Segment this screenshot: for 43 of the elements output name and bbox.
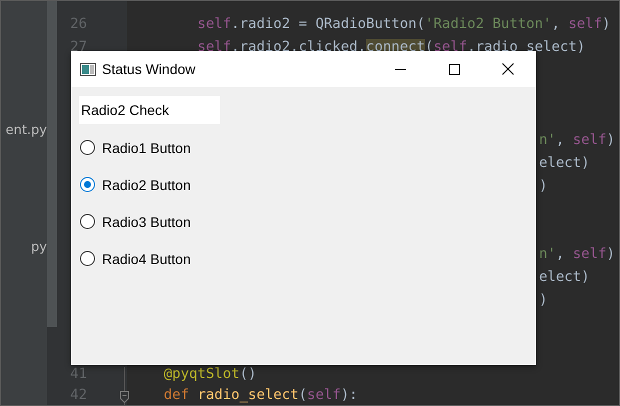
- code-token: ):: [340, 386, 358, 403]
- code-token: radio_select: [197, 386, 299, 403]
- maximize-icon: [448, 64, 460, 74]
- code-token: (): [240, 366, 256, 382]
- code-token: ,: [556, 246, 566, 262]
- code-token: self: [196, 16, 232, 32]
- radio-button[interactable]: Radio4 Button: [79, 240, 528, 277]
- code-token: (: [298, 386, 308, 403]
- code-token: @pyqtSlot: [162, 366, 240, 382]
- code-token: elect): [539, 269, 590, 286]
- window-title: Status Window: [102, 61, 196, 77]
- code-token: self: [572, 246, 606, 262]
- code-token: self: [568, 16, 602, 32]
- code-token: 'Radio2 Button': [425, 16, 552, 32]
- code-token: ): [606, 246, 615, 262]
- code-token: .radio2 = QRadioButton(: [231, 16, 426, 32]
- code-token: ): [539, 178, 548, 194]
- code-token: .radio2.clicked.: [231, 39, 366, 56]
- code-token: ): [606, 132, 615, 148]
- code-token: self: [433, 39, 468, 56]
- code-token: self: [307, 386, 341, 403]
- code-token: n': [539, 132, 556, 148]
- radio-button[interactable]: Radio2 Button: [79, 166, 528, 203]
- close-icon: [502, 63, 514, 75]
- code-token: self: [196, 39, 232, 56]
- fold-icon[interactable]: [120, 391, 129, 403]
- status-label: Radio2 Check: [79, 96, 220, 124]
- code-token: ,: [551, 16, 561, 32]
- minimize-icon: [394, 68, 406, 70]
- scrollbar-thumb[interactable]: [47, 1, 57, 327]
- file-item[interactable]: ent.py: [1, 122, 47, 140]
- code-token: ,: [556, 132, 566, 148]
- code-token: elect): [539, 154, 590, 171]
- window-icon: [80, 62, 96, 76]
- code-token: n': [539, 246, 556, 262]
- code-token: def: [162, 386, 190, 403]
- code-token: .radio_select): [467, 39, 586, 56]
- file-item[interactable]: py: [1, 239, 47, 257]
- radio-button[interactable]: Radio1 Button: [79, 129, 528, 166]
- code-token: ): [602, 16, 610, 32]
- radio-button[interactable]: Radio3 Button: [79, 203, 528, 240]
- code-token: ): [539, 292, 548, 308]
- code-token: self: [572, 132, 606, 148]
